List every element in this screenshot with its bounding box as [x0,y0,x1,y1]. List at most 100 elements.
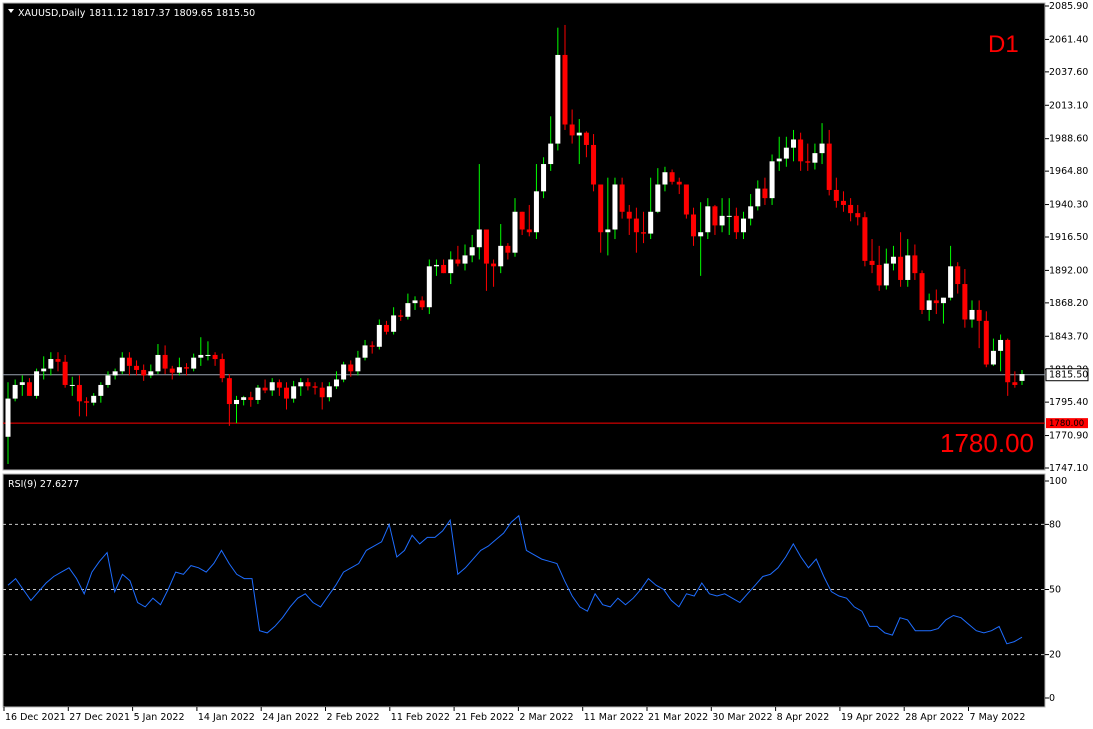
candle-body [576,132,582,136]
candle-body [476,229,482,248]
candle-body [783,147,789,159]
time-tick-label: 30 Mar 2022 [712,712,772,723]
candle-body [155,354,161,372]
candle-body [605,229,611,233]
candle-body [134,365,140,370]
candle-body [262,387,268,391]
candle-body [1012,382,1018,385]
time-tick-label: 14 Jan 2022 [198,712,255,723]
candle-body [55,359,61,362]
candle-body [12,384,18,399]
candle-body [1005,339,1011,383]
rsi-tick-label: 100 [1049,476,1067,487]
candle-body [433,264,439,267]
candle-body [683,184,689,215]
candle-body [205,354,211,356]
candle-body [633,218,639,233]
candle-body [998,339,1004,351]
time-tick-label: 27 Dec 2021 [69,712,130,723]
price-tick-label: 2037.60 [1049,67,1088,78]
price-tick-label: 1964.80 [1049,166,1088,177]
candle-body [84,401,90,403]
candle-body [398,315,404,317]
symbol-label: XAUUSD,Daily [18,8,86,19]
chart-canvas[interactable]: XAUUSD,Daily 1811.12 1817.37 1809.65 181… [0,0,1093,729]
candle-body [241,397,247,400]
candle-body [755,188,761,207]
candle-body [855,213,861,218]
candle-body [441,264,447,274]
time-tick-label: 28 Apr 2022 [905,712,964,723]
candle-body [548,143,554,165]
candle-body [498,245,504,267]
price-axis[interactable]: 2085.90 2061.40 2037.60 2013.10 1988.60 1964.… [1045,1,1088,474]
candle-body [283,387,289,399]
candle-body [698,232,704,237]
rsi-header-label: RSI(9) 27.6277 [8,479,79,490]
rsi-axis[interactable]: 100 80 50 20 0 [1045,476,1067,704]
candle-body [248,397,254,400]
candle-body [862,217,868,261]
candle-body [341,364,347,380]
candle-body [305,382,311,387]
candle-body [76,384,82,402]
ohlc-values: 1811.12 1817.37 1809.65 1815.50 [89,8,255,19]
candle-body [519,211,525,230]
price-tick-label: 1770.90 [1049,431,1088,442]
candle-body [933,300,939,304]
time-tick-label: 24 Jan 2022 [262,712,319,723]
candle-body [419,300,425,308]
candle [919,270,925,315]
time-tick-label: 2 Feb 2022 [327,712,380,723]
price-tick-label: 2085.90 [1049,1,1088,12]
time-tick-label: 2 Mar 2022 [519,712,573,723]
candle-body [826,143,832,190]
price-tick-label: 1868.20 [1049,298,1088,309]
candle-body [112,371,118,376]
time-axis[interactable]: 16 Dec 2021 27 Dec 2021 5 Jan 2022 14 Jan 2… [3,707,1026,723]
time-tick-label: 11 Mar 2022 [584,712,644,723]
candle-body [169,368,175,373]
candle-body [91,395,97,403]
candle-body [319,387,325,398]
candle-body [383,324,389,332]
candle-body [355,357,361,372]
candle-body [291,386,297,399]
candle-body [376,324,382,347]
time-tick-label: 7 May 2022 [970,712,1026,723]
candle [862,211,868,267]
candle-body [948,266,954,298]
candle-body [491,263,497,267]
candle-body [505,245,511,253]
price-panel[interactable] [2,2,1046,471]
candle-body [333,379,339,387]
candle [426,259,432,315]
candle-body [455,259,461,264]
candle-body [469,247,475,256]
candle-body [676,181,682,185]
candle-body [819,143,825,154]
candle-body [119,357,125,372]
bid-price-marker-text: 1815.50 [1049,370,1088,381]
rsi-panel[interactable] [2,473,1046,708]
candle-body [812,153,818,163]
candle-body [798,139,804,162]
candle-body [41,368,47,372]
candle-body [619,184,625,212]
candle-body [898,256,904,280]
candle-body [790,139,796,148]
candle-body [733,215,739,233]
candle-body [555,54,561,144]
candle-body [34,371,40,396]
price-tick-label: 2013.10 [1049,100,1088,111]
candle-body [219,359,225,379]
trading-chart-window[interactable]: XAUUSD,Daily 1811.12 1817.37 1809.65 181… [0,0,1093,729]
price-tick-label: 1795.40 [1049,397,1088,408]
time-tick-label: 21 Mar 2022 [648,712,708,723]
candle-body [876,264,882,286]
candle-body [626,211,632,219]
price-tick-label: 1988.60 [1049,134,1088,145]
candle-body [726,215,732,217]
candle-body [5,398,11,437]
time-tick-label: 21 Feb 2022 [455,712,514,723]
